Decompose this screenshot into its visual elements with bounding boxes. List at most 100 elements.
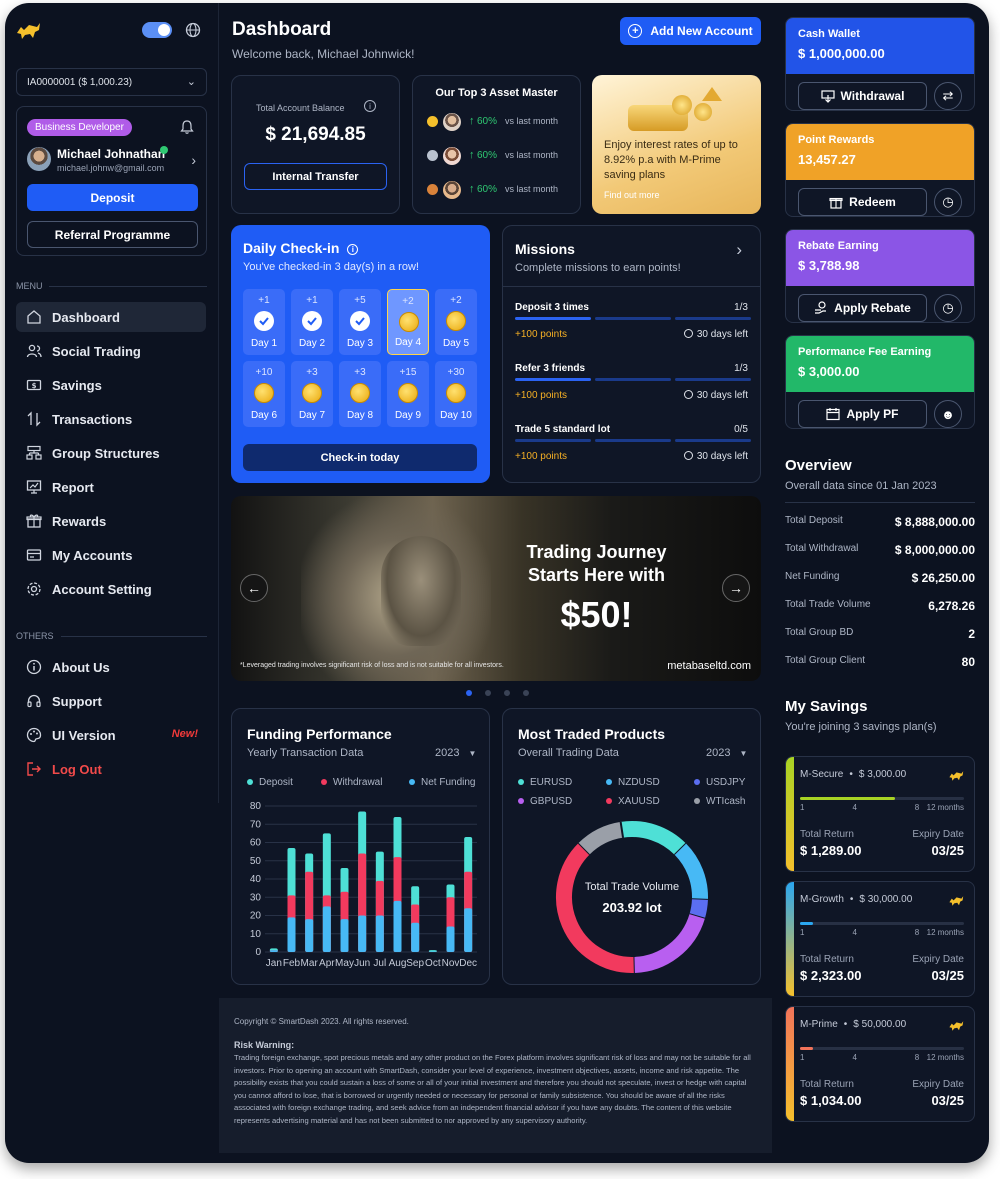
wallet-title: Performance Fee Earning (798, 346, 932, 358)
promo-banner[interactable]: Trading Journey Starts Here with $50! *L… (231, 496, 761, 681)
wallet-action-button[interactable]: Redeem (798, 188, 927, 216)
sidebar-item-my-accounts[interactable]: My Accounts (16, 540, 206, 570)
bar-net-funding[interactable] (446, 926, 455, 952)
funding-subtitle: Yearly Transaction Data (247, 747, 364, 759)
carousel-dot[interactable] (466, 690, 472, 696)
sidebar-item-social-trading[interactable]: Social Trading (16, 336, 206, 366)
mission-item[interactable]: Trade 5 standard lot 0/5 +100 points 30 day… (515, 424, 751, 474)
checkin-day[interactable]: +3 Day 7 (291, 361, 333, 427)
missions-card: Missions › Complete missions to earn poi… (502, 225, 761, 483)
history-icon[interactable]: ◷ (934, 188, 962, 216)
carousel-dot[interactable] (504, 690, 510, 696)
savings-plan-card[interactable]: M-Prime • $ 50,000.00 1 4 8 12 months Total Ret… (785, 1006, 975, 1122)
top3-row: ↑ 60% vs last month (427, 113, 577, 133)
year-select[interactable]: 2023 ▼ (435, 747, 476, 759)
checkin-button[interactable]: Check-in today (243, 444, 477, 471)
referral-button[interactable]: Referral Programme (27, 221, 198, 248)
bar-net-funding[interactable] (322, 906, 331, 952)
carousel-dot[interactable] (523, 690, 529, 696)
theme-toggle[interactable] (142, 22, 172, 38)
donut-slice-gbpusd[interactable] (633, 913, 705, 973)
avatar[interactable] (27, 147, 51, 171)
dashboard-app: IA0000001 ($ 1,000.23) ⌄ Business Develo… (5, 3, 989, 1163)
add-user-icon[interactable]: ☻ (934, 400, 962, 428)
wallet-action-button[interactable]: Withdrawal (798, 82, 927, 110)
bar-net-funding[interactable] (340, 919, 349, 952)
mission-progress-segment (515, 439, 591, 442)
info-icon[interactable]: i (364, 100, 376, 112)
checkin-day[interactable]: +1 Day 1 (243, 289, 285, 355)
deposit-button[interactable]: Deposit (27, 184, 198, 211)
wallet-value: $ 3,000.00 (798, 364, 860, 379)
pf-icon (826, 407, 841, 421)
bell-icon[interactable] (180, 119, 194, 135)
sidebar-item-savings[interactable]: $ Savings (16, 370, 206, 400)
x-tick-label: Jun (354, 958, 370, 969)
globe-icon[interactable] (185, 22, 201, 38)
checkin-day[interactable]: +5 Day 3 (339, 289, 381, 355)
checkin-day[interactable]: +30 Day 10 (435, 361, 477, 427)
history-icon[interactable]: ◷ (934, 294, 962, 322)
chevron-right-icon[interactable]: › (736, 240, 742, 260)
info-icon[interactable]: i (347, 243, 359, 255)
bull-logo-icon[interactable] (15, 21, 41, 41)
internal-transfer-button[interactable]: Internal Transfer (244, 163, 387, 190)
swap-icon[interactable]: ⇄ (934, 82, 962, 110)
sidebar-item-group-structures[interactable]: Group Structures (16, 438, 206, 468)
sidebar-item-transactions[interactable]: Transactions (16, 404, 206, 434)
x-tick-label: May (335, 958, 354, 969)
bar-net-funding[interactable] (269, 950, 278, 952)
promo-card[interactable]: Enjoy interest rates of up to 8.92% p.a … (592, 75, 761, 214)
bar-net-funding[interactable] (305, 919, 314, 952)
checkin-day[interactable]: +15 Day 9 (387, 361, 429, 427)
year-select[interactable]: 2023 ▼ (706, 747, 747, 759)
savings-subtitle: You're joining 3 savings plan(s) (785, 721, 937, 733)
sidebar-item-rewards[interactable]: Rewards (16, 506, 206, 536)
mission-item[interactable]: Refer 3 friends 1/3 +100 points 30 days lef… (515, 363, 751, 413)
checkin-day[interactable]: +1 Day 2 (291, 289, 333, 355)
bar-net-funding[interactable] (411, 922, 420, 952)
checkin-title-text: Daily Check-in (243, 240, 340, 256)
checkin-day[interactable]: +10 Day 6 (243, 361, 285, 427)
y-tick-label: 70 (250, 819, 262, 830)
savings-plan-card[interactable]: M-Growth • $ 30,000.00 1 4 8 12 months Total Re… (785, 881, 975, 997)
day-points: +15 (399, 367, 417, 378)
checkin-day[interactable]: +2 Day 4 (387, 289, 429, 355)
banner-prev-button[interactable]: ← (240, 574, 268, 602)
checkin-day[interactable]: +2 Day 5 (435, 289, 477, 355)
add-account-button[interactable]: + Add New Account (620, 17, 761, 45)
bar-net-funding[interactable] (393, 900, 402, 952)
products-donut-chart (556, 821, 708, 974)
bar-net-funding[interactable] (464, 908, 473, 952)
sidebar-item-about-us[interactable]: About Us (16, 652, 206, 682)
caret-down-icon: ▼ (468, 749, 477, 758)
savings-plan-card[interactable]: M-Secure • $ 3,000.00 1 4 8 12 months Total Ret… (785, 756, 975, 872)
year-select-value: 2023 (706, 747, 731, 759)
sidebar-item-report[interactable]: Report (16, 472, 206, 502)
sidebar-item-label: Account Setting (52, 581, 152, 597)
bar-net-funding[interactable] (375, 915, 384, 953)
sidebar-item-dashboard[interactable]: Dashboard (16, 302, 206, 332)
chevron-right-icon[interactable]: › (191, 152, 196, 168)
donut-slice-wticash[interactable] (578, 821, 624, 855)
donut-slice-eurusd[interactable] (620, 821, 687, 856)
bar-net-funding[interactable] (358, 915, 367, 953)
legend-item: WTIcash (694, 796, 745, 807)
sidebar-item-account-setting[interactable]: Account Setting (16, 574, 206, 604)
account-select[interactable]: IA0000001 ($ 1,000.23) ⌄ (16, 68, 207, 96)
wallet-action-button[interactable]: Apply PF (798, 400, 927, 428)
checkin-day[interactable]: +3 Day 8 (339, 361, 381, 427)
carousel-dot[interactable] (485, 690, 491, 696)
bar-net-funding[interactable] (428, 951, 437, 953)
find-out-more-link[interactable]: Find out more (604, 190, 660, 200)
sidebar-item-ui-version[interactable]: UI Version New! (16, 720, 206, 750)
mission-item[interactable]: Deposit 3 times 1/3 +100 points 30 days lef… (515, 302, 751, 352)
sidebar-item-log-out[interactable]: Log Out (16, 754, 206, 784)
bar-net-funding[interactable] (287, 917, 296, 952)
sidebar-item-support[interactable]: Support (16, 686, 206, 716)
day-label: Day 8 (346, 410, 374, 421)
funding-bar-chart: 0 10 20 30 40 50 60 70 80 Jan Feb Mar Apr May Jun Jul Au… (250, 801, 477, 969)
banner-next-button[interactable]: → (722, 574, 750, 602)
plan-tick-label: 8 (914, 1053, 920, 1062)
wallet-action-button[interactable]: Apply Rebate (798, 294, 927, 322)
